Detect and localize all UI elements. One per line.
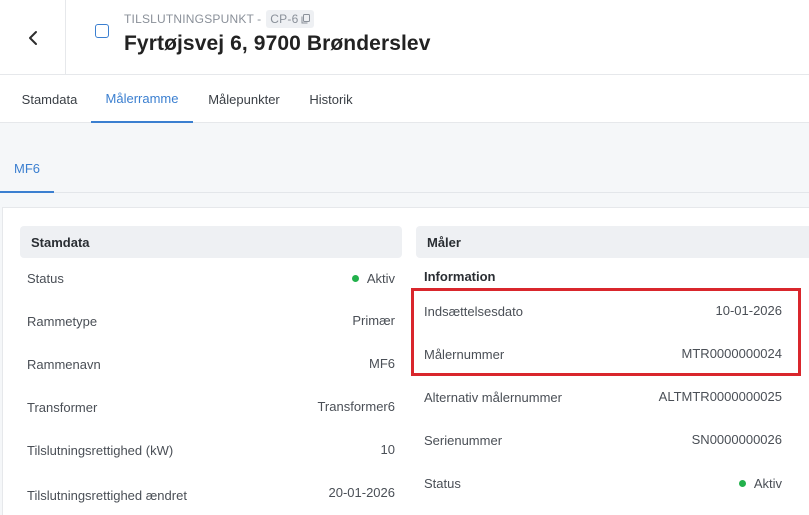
tilslutningsrettighed-label: Tilslutningsrettighed (kW)	[27, 443, 174, 458]
maaler-header: Måler	[416, 226, 809, 258]
page-title: Fyrtøjsvej 6, 9700 Brønderslev	[124, 32, 431, 55]
rammetype-value: Primær	[352, 313, 395, 328]
stamdata-header: Stamdata	[20, 226, 402, 258]
transformer-label: Transformer	[27, 400, 98, 415]
back-button[interactable]	[0, 0, 66, 75]
stamdata-status-text: Aktiv	[366, 271, 395, 286]
maaler-status-text: Aktiv	[753, 476, 782, 491]
subtab-bar	[0, 123, 809, 193]
tab-historik[interactable]: Historik	[295, 76, 367, 123]
main-tabs: Stamdata Målerramme Målepunkter Historik	[0, 76, 809, 123]
information-section-title: Information	[424, 269, 496, 284]
stamdata-status-value: Aktiv	[351, 270, 395, 286]
maaler-status-label: Status	[424, 476, 461, 491]
chevron-left-icon	[28, 30, 37, 45]
subtab-mf6[interactable]: MF6	[0, 146, 54, 193]
cp-id-chip[interactable]: CP-6	[266, 10, 315, 28]
cp-id-text: CP-6	[270, 12, 299, 26]
tab-maalerramme[interactable]: Målerramme	[91, 76, 193, 123]
serienummer-value: SN0000000026	[691, 432, 782, 447]
copy-icon[interactable]	[301, 14, 311, 24]
page-header: TILSLUTNINGSPUNKT - CP-6 Fyrtøjsvej 6, 9…	[0, 0, 809, 75]
tab-stamdata[interactable]: Stamdata	[8, 76, 91, 123]
tab-maalepunkter[interactable]: Målepunkter	[193, 76, 295, 123]
tilslutningsrettighed-aendret-value: 20-01-2026	[328, 485, 396, 500]
serienummer-label: Serienummer	[424, 433, 503, 448]
rammenavn-label: Rammenavn	[27, 357, 101, 372]
breadcrumb: TILSLUTNINGSPUNKT - CP-6	[124, 10, 315, 28]
rammenavn-value: MF6	[369, 356, 395, 371]
rammetype-label: Rammetype	[27, 314, 98, 329]
stamdata-status-label: Status	[27, 271, 64, 286]
alternativ-maalernummer-label: Alternativ målernummer	[424, 390, 562, 405]
transformer-value: Transformer6	[317, 399, 395, 414]
maaler-status-value: Aktiv	[738, 475, 782, 491]
tilslutningsrettighed-aendret-label: Tilslutningsrettighed ændret	[27, 488, 187, 503]
select-checkbox[interactable]	[95, 24, 109, 38]
status-active-dot	[738, 480, 746, 487]
status-active-dot	[351, 275, 359, 282]
entity-type-label: TILSLUTNINGSPUNKT	[124, 12, 255, 26]
alternativ-maalernummer-value: ALTMTR0000000025	[658, 389, 782, 404]
separator: -	[257, 12, 262, 26]
highlight-box	[411, 288, 801, 376]
tilslutningsrettighed-value: 10	[380, 442, 395, 457]
